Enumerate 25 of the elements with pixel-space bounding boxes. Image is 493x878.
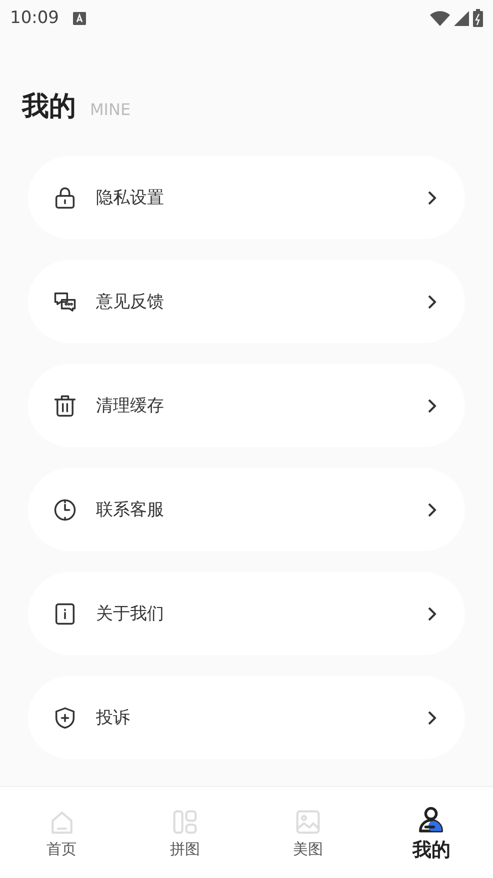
- menu-label: 隐私设置: [96, 187, 165, 209]
- menu-item[interactable]: 投诉: [28, 676, 465, 759]
- menu-label: 意见反馈: [96, 291, 165, 313]
- nav-tab[interactable]: 我的: [370, 787, 493, 878]
- menu-item[interactable]: 联系客服: [28, 468, 465, 551]
- nav-tab[interactable]: 美图: [246, 787, 370, 878]
- page-title: 我的: [22, 90, 76, 124]
- trash-icon: [52, 392, 78, 418]
- menu-item[interactable]: 关于我们: [28, 572, 465, 655]
- nav-tab[interactable]: 首页: [0, 787, 124, 878]
- wifi-icon: [430, 10, 450, 26]
- battery-icon: [473, 9, 483, 27]
- menu-label: 联系客服: [96, 499, 165, 521]
- menu-item[interactable]: 清理缓存: [28, 364, 465, 447]
- menu-label: 清理缓存: [96, 395, 165, 417]
- signal-icon: [454, 10, 469, 26]
- menu-label: 投诉: [96, 707, 131, 729]
- menu-item[interactable]: 意见反馈: [28, 260, 465, 343]
- clock-icon: [52, 496, 78, 522]
- menu-item[interactable]: 隐私设置: [28, 156, 465, 239]
- notification-icon: [73, 12, 86, 24]
- nav-tab[interactable]: 拼图: [123, 787, 246, 878]
- page-subtitle: MINE: [90, 100, 131, 119]
- menu-label: 关于我们: [96, 603, 165, 625]
- status-time: 10:09: [10, 8, 59, 28]
